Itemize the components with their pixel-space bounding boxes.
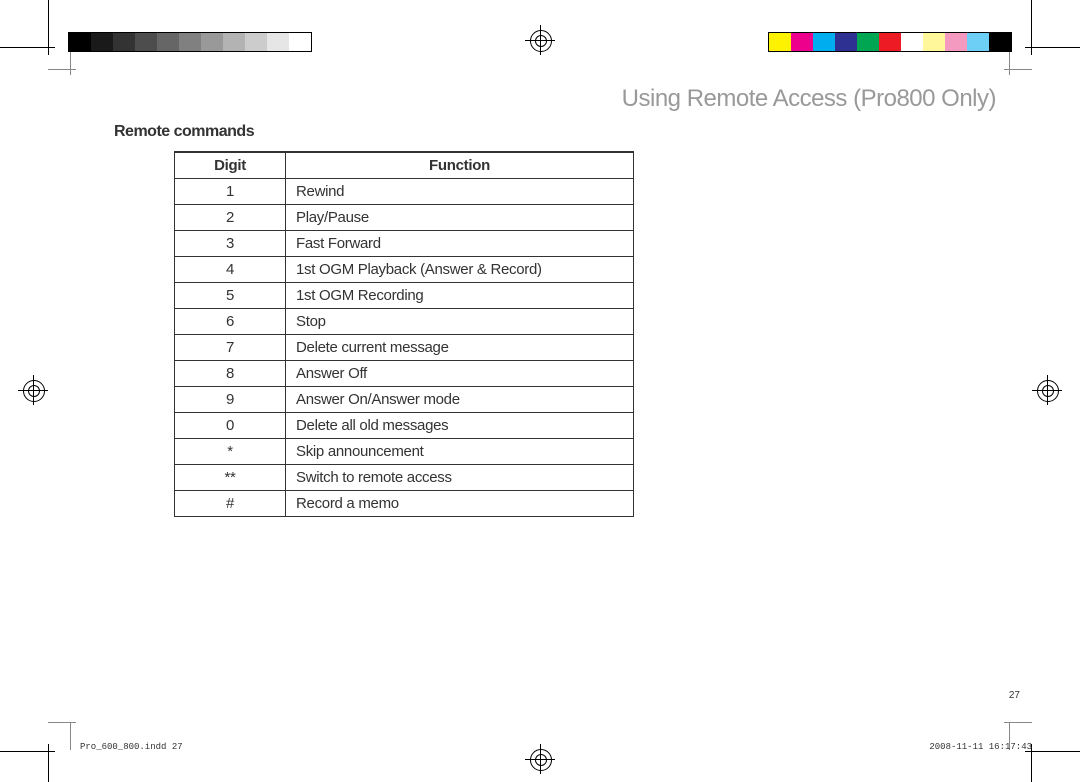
table-row: 0Delete all old messages: [175, 413, 634, 439]
table-header-row: Digit Function: [175, 152, 634, 179]
cell-digit: 1: [175, 179, 286, 205]
registration-mark-icon: [525, 744, 555, 774]
crop-mark: [0, 751, 55, 752]
table-row: 2Play/Pause: [175, 205, 634, 231]
table-row: 7Delete current message: [175, 335, 634, 361]
color-bar: [768, 32, 1012, 52]
cell-function: 1st OGM Playback (Answer & Record): [286, 257, 634, 283]
page-title: Using Remote Access (Pro800 Only): [114, 85, 996, 113]
cell-function: 1st OGM Recording: [286, 283, 634, 309]
table-row: #Record a memo: [175, 491, 634, 517]
section-heading: Remote commands: [114, 123, 996, 141]
cell-digit: *: [175, 439, 286, 465]
cell-digit: 0: [175, 413, 286, 439]
col-header-function: Function: [286, 152, 634, 179]
crop-mark: [48, 722, 76, 723]
cell-function: Delete current message: [286, 335, 634, 361]
col-header-digit: Digit: [175, 152, 286, 179]
registration-mark-icon: [18, 375, 48, 405]
table-row: 9Answer On/Answer mode: [175, 387, 634, 413]
table-row: 6Stop: [175, 309, 634, 335]
cell-function: Skip announcement: [286, 439, 634, 465]
footer-file: Pro_600_800.indd 27: [80, 742, 183, 752]
crop-mark: [0, 47, 55, 48]
table-row: 8Answer Off: [175, 361, 634, 387]
crop-mark: [1031, 0, 1032, 55]
cell-digit: 4: [175, 257, 286, 283]
crop-mark: [48, 744, 49, 782]
content-area: Using Remote Access (Pro800 Only) Remote…: [114, 85, 996, 517]
table-row: 3Fast Forward: [175, 231, 634, 257]
footer-timestamp: 2008-11-11 16:17:43: [929, 742, 1032, 752]
cell-digit: #: [175, 491, 286, 517]
registration-mark-icon: [1032, 375, 1062, 405]
table-row: *Skip announcement: [175, 439, 634, 465]
cell-function: Answer Off: [286, 361, 634, 387]
crop-mark: [48, 0, 49, 55]
page-number: 27: [1009, 690, 1020, 701]
registration-mark-icon: [525, 25, 555, 55]
table-row: 41st OGM Playback (Answer & Record): [175, 257, 634, 283]
cell-function: Delete all old messages: [286, 413, 634, 439]
crop-mark: [1025, 751, 1080, 752]
cell-digit: 7: [175, 335, 286, 361]
cell-digit: 3: [175, 231, 286, 257]
crop-mark: [1025, 47, 1080, 48]
cell-digit: 5: [175, 283, 286, 309]
commands-table: Digit Function 1Rewind 2Play/Pause 3Fast…: [174, 151, 634, 517]
cell-digit: 9: [175, 387, 286, 413]
cell-function: Record a memo: [286, 491, 634, 517]
table-row: 1Rewind: [175, 179, 634, 205]
cell-function: Switch to remote access: [286, 465, 634, 491]
cell-digit: 6: [175, 309, 286, 335]
cell-digit: 2: [175, 205, 286, 231]
cell-function: Rewind: [286, 179, 634, 205]
cell-digit: 8: [175, 361, 286, 387]
table-row: 51st OGM Recording: [175, 283, 634, 309]
cell-function: Play/Pause: [286, 205, 634, 231]
table-row: **Switch to remote access: [175, 465, 634, 491]
cell-function: Answer On/Answer mode: [286, 387, 634, 413]
grayscale-bar: [68, 32, 312, 52]
crop-mark: [48, 69, 76, 70]
cell-function: Stop: [286, 309, 634, 335]
cell-digit: **: [175, 465, 286, 491]
crop-mark: [70, 722, 71, 750]
cell-function: Fast Forward: [286, 231, 634, 257]
page: { "heading": "Using Remote Access (Pro80…: [0, 0, 1080, 782]
